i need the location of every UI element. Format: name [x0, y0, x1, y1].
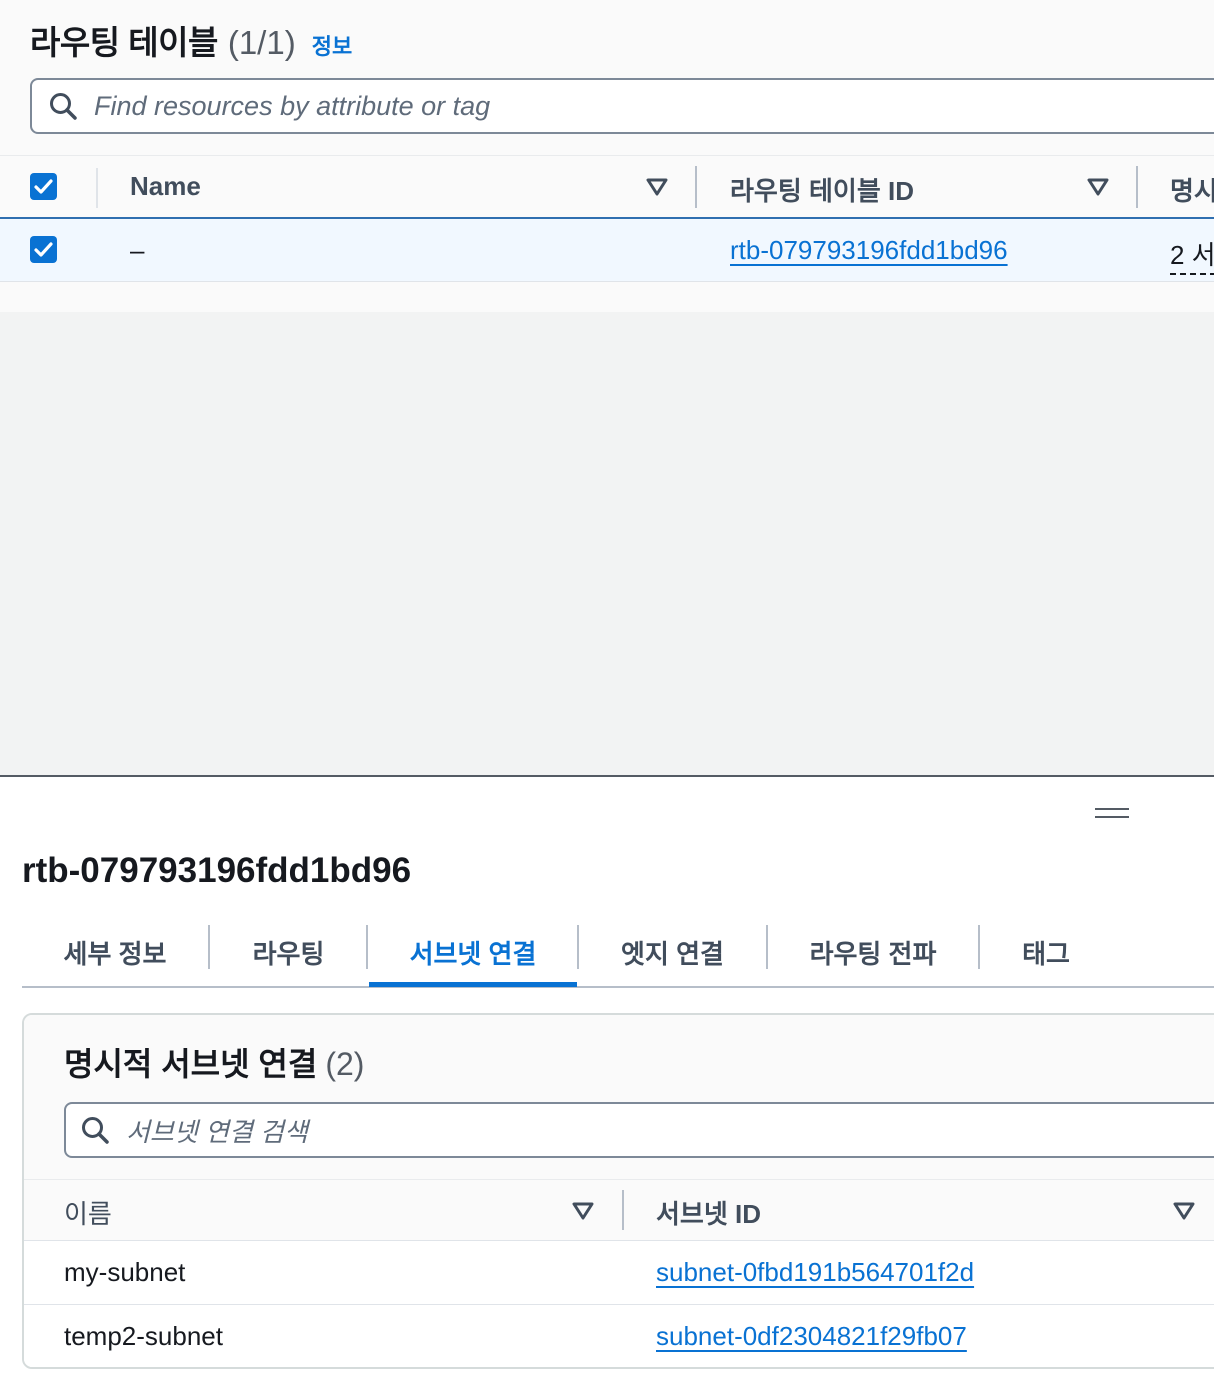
column-header-name[interactable]: Name — [130, 171, 201, 202]
row-checkbox[interactable] — [30, 236, 57, 263]
container-title: 명시적 서브넷 연결 (2) — [64, 1039, 364, 1085]
route-tables-panel: 라우팅 테이블 (1/1) 정보 Find resources by attri… — [0, 0, 1214, 312]
detail-panel: rtb-079793196fdd1bd96 세부 정보 라우팅 서브넷 연결 엣… — [0, 779, 1214, 1378]
tab-divider — [766, 925, 768, 969]
page-title: 라우팅 테이블 — [30, 24, 218, 61]
subnet-id-link[interactable]: subnet-0fbd191b564701f2d — [656, 1257, 974, 1288]
table-header-row: Name 라우팅 테이블 ID 명시 — [0, 155, 1214, 219]
sort-down-icon[interactable] — [1087, 178, 1109, 196]
panel-resize-handle[interactable] — [1095, 807, 1129, 819]
sort-down-icon[interactable] — [572, 1202, 594, 1220]
table-row[interactable]: – rtb-079793196fdd1bd96 2 서 — [0, 219, 1214, 282]
column-resize-handle[interactable] — [622, 1190, 624, 1230]
tab-routes[interactable]: 라우팅 — [210, 919, 367, 986]
column-header-subnet-name[interactable]: 이름 — [64, 1194, 112, 1231]
column-header-subnet-id[interactable]: 서브넷 ID — [656, 1194, 761, 1231]
row-name: – — [130, 235, 145, 265]
tab-subnet-associations[interactable]: 서브넷 연결 — [369, 919, 577, 986]
resource-search-input[interactable]: Find resources by attribute or tag — [30, 78, 1214, 134]
info-link[interactable]: 정보 — [312, 29, 352, 61]
detail-title: rtb-079793196fdd1bd96 — [22, 851, 412, 890]
search-icon — [50, 93, 77, 120]
explicit-associations-count[interactable]: 2 서 — [1170, 235, 1214, 275]
column-header-explicit-associations[interactable]: 명시 — [1170, 171, 1214, 208]
tab-divider — [978, 925, 980, 969]
subnet-table-header-row: 이름 서브넷 ID — [24, 1179, 1214, 1241]
detail-tabs: 세부 정보 라우팅 서브넷 연결 엣지 연결 라우팅 전파 태그 — [22, 919, 1214, 988]
select-all-checkbox[interactable] — [30, 173, 57, 200]
subnet-id-link[interactable]: subnet-0df2304821f29fb07 — [656, 1321, 967, 1352]
empty-area — [0, 312, 1214, 777]
route-table-id-link[interactable]: rtb-079793196fdd1bd96 — [730, 235, 1008, 266]
section-count: (2) — [325, 1046, 365, 1082]
search-placeholder: Find resources by attribute or tag — [94, 90, 491, 121]
tab-details[interactable]: 세부 정보 — [22, 919, 208, 986]
table-row[interactable]: temp2-subnet subnet-0df2304821f29fb07 — [24, 1305, 1214, 1367]
tab-divider — [366, 925, 368, 969]
column-header-route-table-id[interactable]: 라우팅 테이블 ID — [730, 171, 914, 208]
table-row[interactable]: my-subnet subnet-0fbd191b564701f2d — [24, 1241, 1214, 1305]
tab-divider — [208, 925, 210, 969]
tab-route-propagation[interactable]: 라우팅 전파 — [768, 919, 978, 986]
check-icon — [34, 242, 53, 257]
active-tab-indicator — [369, 982, 577, 987]
subnet-name: temp2-subnet — [64, 1321, 223, 1351]
search-placeholder: 서브넷 연결 검색 — [126, 1116, 308, 1147]
sort-down-icon[interactable] — [1173, 1202, 1195, 1220]
selection-count: (1/1) — [227, 24, 296, 61]
check-icon — [34, 179, 53, 194]
section-title: 명시적 서브넷 연결 — [64, 1046, 318, 1082]
subnet-association-search-input[interactable]: 서브넷 연결 검색 — [64, 1102, 1214, 1158]
route-tables-header: 라우팅 테이블 (1/1) 정보 — [30, 16, 352, 61]
search-icon — [82, 1117, 109, 1144]
sort-down-icon[interactable] — [646, 178, 668, 196]
tab-divider — [577, 925, 579, 969]
explicit-subnet-associations-container: 명시적 서브넷 연결 (2) 서브넷 연결 검색 이름 서브넷 ID my-su… — [22, 1013, 1214, 1369]
subnet-name: my-subnet — [64, 1257, 186, 1287]
column-divider — [96, 168, 98, 208]
column-resize-handle[interactable] — [695, 166, 697, 208]
column-resize-handle[interactable] — [1136, 166, 1138, 208]
tab-edge-associations[interactable]: 엣지 연결 — [579, 919, 766, 986]
container-header: 명시적 서브넷 연결 (2) 서브넷 연결 검색 — [24, 1015, 1214, 1179]
tab-tags[interactable]: 태그 — [980, 919, 1112, 986]
